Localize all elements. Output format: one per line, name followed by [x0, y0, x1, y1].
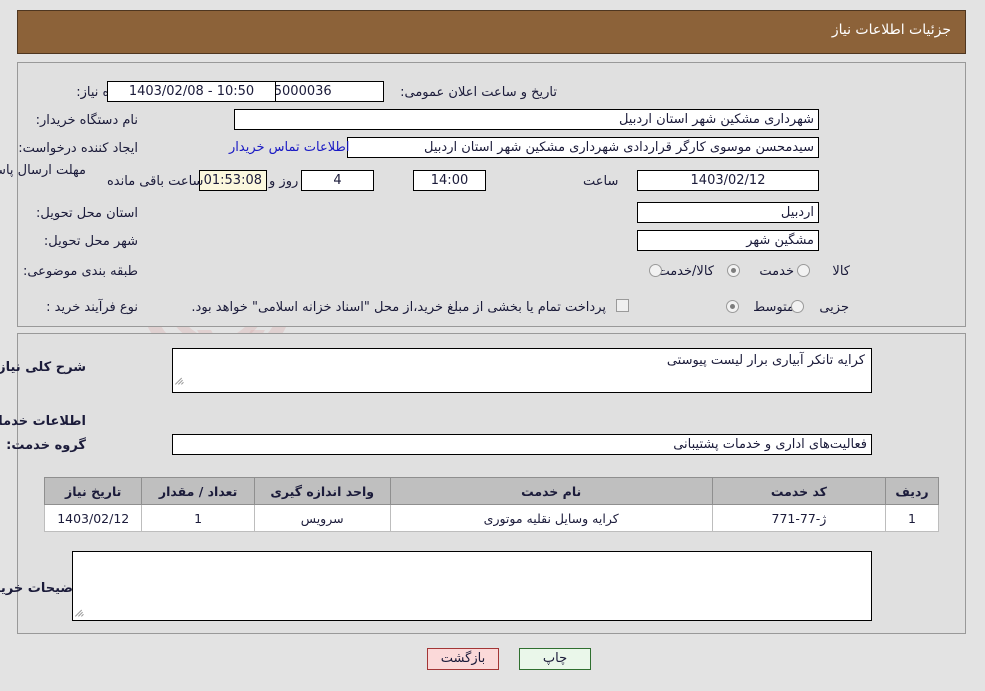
remaining-time-field: 01:53:08 [200, 170, 268, 191]
days-label: روز و [270, 174, 300, 189]
delivery-province-label: استان محل تحویل: [37, 206, 139, 221]
general-description-textarea[interactable]: کرایه تانکر آبیاری برار لیست پیوستی [173, 348, 873, 393]
announce-datetime-field: 10:50 - 1403/02/08 [108, 81, 277, 102]
buyer-org-field: شهرداری مشکین شهر استان اردبیل [235, 109, 820, 130]
radio-category-kala-khedmat-label[interactable]: کالا/خدمت [658, 264, 715, 279]
radio-category-kala-khedmat[interactable] [650, 264, 663, 277]
radio-process-jozei[interactable] [792, 300, 805, 313]
deadline-date-field: 1403/02/12 [638, 170, 820, 191]
radio-process-motavasset-label[interactable]: متوسط [754, 300, 795, 315]
remaining-days-field: 4 [302, 170, 375, 191]
cell-date: 1403/02/12 [44, 504, 144, 532]
page-root: AriaTender.net جزئیات اطلاعات نیاز شماره… [0, 0, 985, 691]
buyer-contact-link[interactable]: اطلاعات تماس خریدار [230, 140, 350, 155]
delivery-city-label: شهر محل تحویل: [44, 234, 139, 249]
radio-process-jozei-label[interactable]: جزیی [820, 300, 850, 315]
delivery-province-field: اردبیل [638, 202, 820, 223]
th-date: تاریخ نیاز [44, 477, 144, 505]
general-description-label: شرح کلی نیاز: [0, 360, 87, 375]
buyer-notes-resize-handle[interactable] [76, 607, 86, 617]
treasury-bonds-note: پرداخت تمام یا بخشی از مبلغ خرید،از محل … [192, 300, 607, 315]
cell-code: ژ-77-771 [712, 504, 888, 532]
radio-category-khedmat-label[interactable]: خدمت [760, 264, 795, 279]
request-creator-label: ایجاد کننده درخواست: [19, 141, 139, 156]
th-code: کد خدمت [712, 477, 888, 505]
services-table: ردیف کد خدمت نام خدمت واحد اندازه گیری ت… [44, 477, 940, 532]
treasury-bonds-checkbox[interactable] [617, 299, 630, 312]
back-button[interactable]: بازگشت [428, 648, 500, 670]
radio-process-motavasset[interactable] [727, 300, 740, 313]
radio-category-kala-label[interactable]: کالا [833, 264, 851, 279]
page-title: جزئیات اطلاعات نیاز [832, 22, 952, 38]
radio-category-kala[interactable] [798, 264, 811, 277]
print-button[interactable]: چاپ [520, 648, 592, 670]
process-type-label: نوع فرآیند خرید : [47, 300, 139, 315]
hour-label: ساعت [584, 174, 620, 189]
buyer-org-label: نام دستگاه خریدار: [36, 113, 139, 128]
general-description-resize-handle[interactable] [176, 375, 186, 385]
service-group-label: گروه خدمت: [7, 438, 87, 453]
buyer-notes-textarea[interactable] [73, 551, 873, 621]
deadline-label-line1: مهلت ارسال پاسخ: تا تاریخ: [0, 163, 87, 178]
radio-category-khedmat[interactable] [728, 264, 741, 277]
th-row: ردیف [886, 477, 940, 505]
table-row: 1 ژ-77-771 کرایه وسایل نقلیه موتوری سروی… [44, 504, 940, 532]
cell-unit: سرویس [254, 504, 392, 532]
cell-row: 1 [886, 504, 940, 532]
request-creator-field: سیدمحسن موسوی کارگر قراردادی شهرداری مشک… [348, 137, 820, 158]
delivery-city-field: مشگین شهر [638, 230, 820, 251]
header-bar: جزئیات اطلاعات نیاز [18, 10, 967, 54]
cell-qty: 1 [142, 504, 256, 532]
deadline-time-field: 14:00 [414, 170, 487, 191]
remaining-hours-label: ساعت باقی مانده [108, 174, 205, 189]
cell-name: کرایه وسایل نقلیه موتوری [390, 504, 714, 532]
th-name: نام خدمت [390, 477, 714, 505]
service-group-field: فعالیت‌های اداری و خدمات پشتیبانی [173, 434, 873, 455]
category-label: طبقه بندی موضوعی: [23, 264, 139, 279]
th-qty: تعداد / مقدار [142, 477, 256, 505]
table-header-row: ردیف کد خدمت نام خدمت واحد اندازه گیری ت… [44, 477, 940, 505]
services-heading: اطلاعات خدمات مورد نیاز [0, 414, 87, 429]
announce-datetime-label: تاریخ و ساعت اعلان عمومی: [401, 85, 558, 100]
th-unit: واحد اندازه گیری [254, 477, 392, 505]
